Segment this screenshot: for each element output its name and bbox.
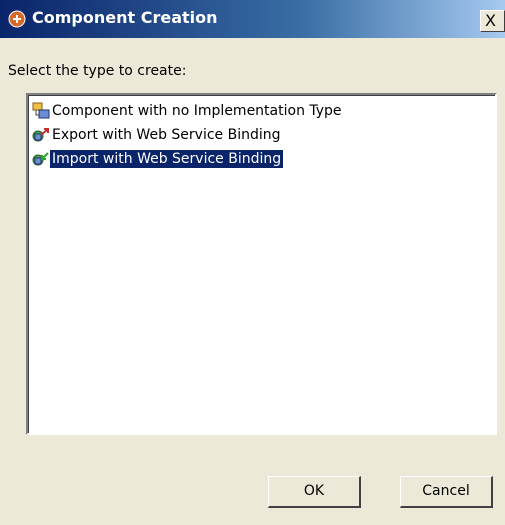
select-type-prompt: Select the type to create: xyxy=(8,63,187,79)
dialog-title: Component Creation xyxy=(32,8,218,27)
cancel-button[interactable]: Cancel xyxy=(400,476,493,508)
component-creation-icon xyxy=(8,10,26,28)
list-item-label: Export with Web Service Binding xyxy=(52,127,281,143)
component-creation-dialog: Component Creation X Select the type to … xyxy=(0,0,505,525)
close-button[interactable]: X xyxy=(480,10,505,32)
list-item-label: Import with Web Service Binding xyxy=(48,149,285,169)
list-item-label: Component with no Implementation Type xyxy=(52,103,342,119)
export-icon xyxy=(32,126,50,144)
import-icon xyxy=(32,150,50,168)
list-item-export[interactable]: Export with Web Service Binding xyxy=(32,125,283,145)
list-item-import[interactable]: Import with Web Service Binding xyxy=(32,149,285,169)
list-item-component[interactable]: Component with no Implementation Type xyxy=(32,101,344,121)
component-icon xyxy=(32,102,50,120)
title-bar[interactable]: Component Creation X xyxy=(0,0,505,38)
close-icon: X xyxy=(485,11,496,30)
type-list[interactable]: Component with no Implementation Type Ex… xyxy=(26,93,497,435)
ok-button[interactable]: OK xyxy=(268,476,361,508)
